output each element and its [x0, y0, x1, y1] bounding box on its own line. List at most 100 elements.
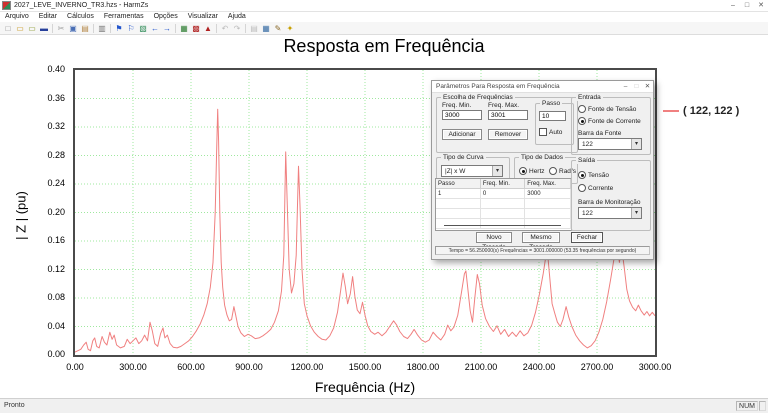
- menu-item-ajuda[interactable]: Ajuda: [223, 12, 251, 22]
- adicionar-button[interactable]: Adicionar: [442, 129, 482, 140]
- radio-fonte-tensao[interactable]: Fonte de Tensão: [578, 105, 636, 113]
- radio-tensao[interactable]: Tensão: [578, 171, 609, 179]
- table-cell: [480, 219, 524, 229]
- tipo-curva-select[interactable]: |Z| x W ▾: [441, 165, 503, 177]
- chart-peak-icon[interactable]: ▲: [202, 23, 214, 34]
- freq-max-label: Freq. Max.: [488, 102, 519, 109]
- status-bar: Pronto NUM: [0, 398, 768, 413]
- group-escolha-label: Escolha de Frequências: [441, 94, 515, 101]
- table-row[interactable]: [436, 219, 571, 229]
- open-file-icon[interactable]: ▭: [14, 23, 26, 34]
- toolbar-separator: [110, 24, 111, 33]
- save-icon[interactable]: ▬: [38, 23, 50, 34]
- auto-checkbox[interactable]: Auto: [539, 128, 562, 136]
- pin-small-icon[interactable]: ⚐: [125, 23, 137, 34]
- remover-button[interactable]: Remover: [488, 129, 528, 140]
- title-bar: 2027_LEVE_INVERNO_TR3.hzs - HarmZs – □ ✕: [0, 0, 768, 12]
- tipo-dados-label: Tipo de Dados: [519, 154, 565, 161]
- chart-x-icon[interactable]: ▩: [190, 23, 202, 34]
- radio-hertz[interactable]: Hertz: [519, 167, 545, 175]
- radio-circle: [578, 105, 586, 113]
- novo-tracado-button[interactable]: Novo Traçado: [476, 232, 512, 243]
- table2-icon[interactable]: ▦: [260, 23, 272, 34]
- dropdown-arrow-icon[interactable]: ▾: [631, 208, 641, 218]
- image-icon[interactable]: ▧: [137, 23, 149, 34]
- copy-icon[interactable]: ▣: [67, 23, 79, 34]
- dialog-minimize-button[interactable]: –: [620, 81, 631, 92]
- radio-circle: [578, 184, 586, 192]
- checkbox-box: [539, 128, 547, 136]
- window-close-button[interactable]: ✕: [754, 0, 768, 11]
- toolbar-separator: [175, 24, 176, 33]
- passo-input[interactable]: [539, 111, 566, 121]
- tensao-label: Tensão: [588, 172, 609, 179]
- barra-monitoracao-select[interactable]: 122 ▾: [578, 207, 642, 219]
- grid-icon[interactable]: ▦: [178, 23, 190, 34]
- menu-item-arquivo[interactable]: Arquivo: [0, 12, 34, 22]
- table-cell: 3000: [525, 189, 571, 199]
- table-cell: [436, 209, 480, 219]
- dialog-maximize-button: □: [631, 81, 642, 92]
- toolbar: □▭▭▬✂▣▤▥⚑⚐▧←→▦▩▲↶↷▤▦✎✦: [0, 22, 768, 35]
- saida-label: Saída: [576, 157, 597, 164]
- freq-min-input[interactable]: [442, 110, 482, 120]
- radio-circle: [578, 117, 586, 125]
- menu-item-ferramentas[interactable]: Ferramentas: [99, 12, 149, 22]
- auto-label: Auto: [549, 129, 562, 136]
- open-model-icon[interactable]: ▭: [26, 23, 38, 34]
- steps-table[interactable]: PassoFreq. Min.Freq. Max. 103000: [435, 178, 572, 231]
- status-text: Pronto: [4, 402, 25, 409]
- toolbar-separator: [216, 24, 217, 33]
- freq-max-input[interactable]: [488, 110, 528, 120]
- key-icon[interactable]: ✦: [284, 23, 296, 34]
- dropdown-arrow-icon[interactable]: ▾: [492, 166, 502, 176]
- fechar-button[interactable]: Fechar: [571, 232, 603, 243]
- table-cell: 1: [436, 189, 480, 199]
- group-entrada: Entrada Fonte de Tensão Fonte de Corrent…: [571, 97, 651, 155]
- back-icon[interactable]: ←: [149, 23, 161, 34]
- dialog-title: Parâmetros Para Resposta em Frequência: [436, 83, 560, 90]
- menu-item-visualizar[interactable]: Visualizar: [183, 12, 223, 22]
- barra-fonte-select[interactable]: 122 ▾: [578, 138, 642, 150]
- x-axis-label: Frequência (Hz): [75, 379, 655, 395]
- paste-icon[interactable]: ▤: [79, 23, 91, 34]
- redo-icon: ↷: [231, 23, 243, 34]
- menu-item-editar[interactable]: Editar: [34, 12, 62, 22]
- x-tick-label: 1800.00: [398, 362, 448, 372]
- parameters-dialog: Parâmetros Para Resposta em Frequência –…: [431, 80, 654, 260]
- window-maximize-button[interactable]: □: [740, 0, 754, 11]
- table-cell: [480, 209, 524, 219]
- group-escolha-frequencias: Escolha de Frequências Freq. Min. Freq. …: [436, 97, 578, 153]
- x-tick-label: 1200.00: [282, 362, 332, 372]
- menu-item-opcoes[interactable]: Opções: [149, 12, 183, 22]
- new-file-icon[interactable]: □: [2, 23, 14, 34]
- pin-icon[interactable]: ⚑: [113, 23, 125, 34]
- menu-item-calculos[interactable]: Cálculos: [62, 12, 99, 22]
- table-row[interactable]: [436, 199, 571, 209]
- legend-label: ( 122, 122 ): [683, 105, 739, 117]
- x-tick-label: 2400.00: [514, 362, 564, 372]
- y-tick-label: 0.20: [20, 207, 65, 217]
- mesmo-tracado-button[interactable]: Mesmo Traçado: [522, 232, 560, 243]
- table-header-1[interactable]: Freq. Min.: [480, 179, 524, 189]
- table-row[interactable]: 103000: [436, 189, 571, 199]
- cut-icon[interactable]: ✂: [55, 23, 67, 34]
- table-header-2[interactable]: Freq. Max.: [525, 179, 571, 189]
- edit-icon[interactable]: ✎: [272, 23, 284, 34]
- table-header-0[interactable]: Passo: [436, 179, 480, 189]
- x-tick-label: 900.00: [224, 362, 274, 372]
- dialog-close-button[interactable]: ✕: [642, 81, 653, 92]
- radio-corrente[interactable]: Corrente: [578, 184, 613, 192]
- dialog-title-bar[interactable]: Parâmetros Para Resposta em Frequência –…: [432, 81, 653, 93]
- radio-fonte-corrente[interactable]: Fonte de Corrente: [578, 117, 641, 125]
- table-row[interactable]: [436, 209, 571, 219]
- forward-icon[interactable]: →: [161, 23, 173, 34]
- y-tick-label: 0.16: [20, 235, 65, 245]
- y-tick-label: 0.40: [20, 64, 65, 74]
- dropdown-arrow-icon[interactable]: ▾: [631, 139, 641, 149]
- corrente-label: Corrente: [588, 185, 613, 192]
- layers-icon: ▤: [248, 23, 260, 34]
- print-icon[interactable]: ▥: [96, 23, 108, 34]
- table-header-row: PassoFreq. Min.Freq. Max.: [436, 179, 571, 189]
- window-minimize-button[interactable]: –: [726, 0, 740, 11]
